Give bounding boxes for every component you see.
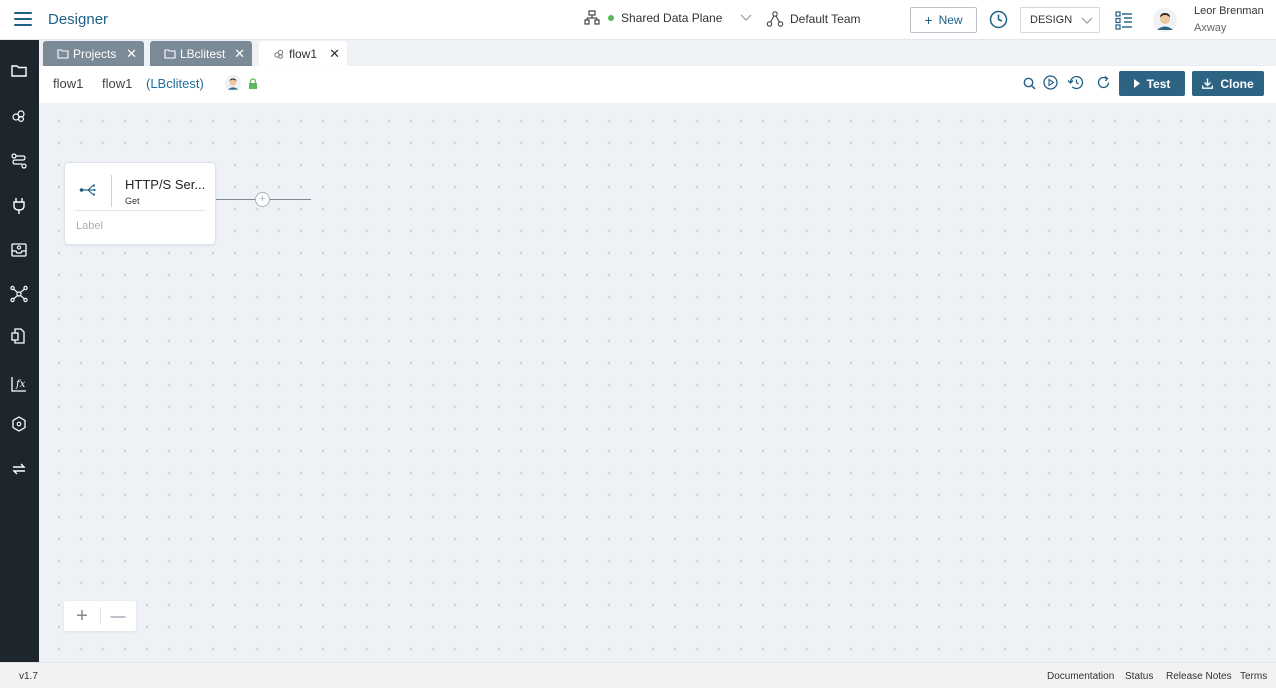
zoom-in-button[interactable]: + bbox=[64, 601, 100, 631]
folder-icon bbox=[57, 49, 69, 59]
version-label: v1.7 bbox=[19, 671, 38, 682]
flow-icon bbox=[274, 49, 284, 59]
network-icon[interactable] bbox=[10, 285, 28, 303]
hexagon-icon[interactable] bbox=[10, 415, 28, 433]
avatar[interactable] bbox=[1153, 8, 1177, 32]
clone-button-label: Clone bbox=[1220, 76, 1254, 91]
node-subtitle: Get bbox=[125, 196, 140, 206]
close-icon[interactable]: ✕ bbox=[234, 46, 245, 62]
top-bar: Designer Shared Data Plane Default Team … bbox=[0, 0, 1276, 40]
folder-icon bbox=[164, 49, 176, 59]
flow-icon[interactable] bbox=[10, 152, 28, 170]
documentation-link[interactable]: Documentation bbox=[1047, 671, 1114, 682]
download-icon bbox=[1202, 78, 1214, 89]
tab-lbclitest[interactable]: LBclitest ✕ bbox=[150, 41, 252, 66]
flow-canvas[interactable]: HTTP/S Ser... Get Label + + — bbox=[39, 103, 1276, 662]
flow-label: flow1 bbox=[102, 76, 133, 91]
project-link[interactable]: (LBclitest) bbox=[146, 76, 204, 91]
terms-link[interactable]: Terms bbox=[1240, 671, 1267, 682]
close-icon[interactable]: ✕ bbox=[329, 46, 340, 62]
document-icon[interactable] bbox=[10, 327, 28, 345]
plus-icon: + bbox=[924, 12, 933, 28]
menu-icon[interactable] bbox=[14, 12, 32, 28]
http-trigger-icon bbox=[79, 184, 96, 196]
tab-projects[interactable]: Projects ✕ bbox=[43, 41, 144, 66]
app-title: Designer bbox=[48, 11, 109, 28]
new-button-label: New bbox=[938, 13, 963, 27]
chevron-down-icon bbox=[1081, 17, 1093, 24]
release-notes-link[interactable]: Release Notes bbox=[1166, 671, 1232, 682]
folder-icon[interactable] bbox=[10, 62, 28, 80]
tab-label: Projects bbox=[73, 46, 117, 61]
new-button[interactable]: + New bbox=[910, 7, 977, 33]
flow-name[interactable]: flow1 bbox=[53, 76, 83, 91]
avatar bbox=[225, 75, 241, 91]
integration-icon[interactable] bbox=[10, 107, 28, 125]
user-org: Axway bbox=[1194, 22, 1227, 34]
function-icon[interactable]: fx bbox=[10, 375, 28, 393]
status-link[interactable]: Status bbox=[1125, 671, 1153, 682]
swap-icon[interactable] bbox=[10, 460, 28, 478]
mode-select-value: DESIGN bbox=[1030, 14, 1073, 26]
chevron-down-icon bbox=[740, 14, 752, 21]
node-divider bbox=[75, 210, 205, 211]
flow-header: flow1 flow1 (LBclitest) Test Clone bbox=[39, 66, 1276, 103]
mode-select[interactable]: DESIGN bbox=[1020, 7, 1100, 33]
search-icon[interactable] bbox=[1023, 77, 1036, 90]
close-icon[interactable]: ✕ bbox=[126, 46, 137, 62]
plug-icon[interactable] bbox=[10, 197, 28, 215]
clone-button[interactable]: Clone bbox=[1192, 71, 1264, 96]
test-button[interactable]: Test bbox=[1119, 71, 1185, 96]
add-step-button[interactable]: + bbox=[255, 192, 270, 207]
tab-bar: Projects ✕ LBclitest ✕ flow1 ✕ bbox=[39, 40, 1276, 66]
data-plane-selector[interactable]: Shared Data Plane bbox=[584, 10, 752, 26]
svg-text:fx: fx bbox=[15, 379, 26, 390]
refresh-icon[interactable] bbox=[1096, 75, 1111, 90]
team-label: Default Team bbox=[790, 12, 861, 26]
inbox-icon[interactable] bbox=[10, 241, 28, 259]
node-label[interactable]: Label bbox=[76, 220, 103, 232]
status-dot bbox=[608, 15, 614, 21]
node-separator bbox=[111, 175, 112, 207]
test-button-label: Test bbox=[1146, 76, 1171, 91]
footer: v1.7 Documentation Status Release Notes … bbox=[0, 662, 1276, 688]
node-title: HTTP/S Ser... bbox=[125, 177, 206, 192]
apps-list-icon[interactable] bbox=[1115, 11, 1133, 30]
lock-icon bbox=[249, 78, 257, 89]
history-icon[interactable] bbox=[1067, 75, 1084, 90]
user-name: Leor Brenman bbox=[1194, 5, 1264, 17]
play-circle-icon[interactable] bbox=[1043, 75, 1058, 90]
data-plane-label: Shared Data Plane bbox=[621, 11, 723, 25]
play-icon bbox=[1133, 79, 1140, 88]
flow-node-https-server[interactable]: HTTP/S Ser... Get Label bbox=[64, 162, 216, 245]
clock-icon[interactable] bbox=[989, 10, 1008, 29]
hierarchy-icon bbox=[584, 10, 600, 25]
team-selector[interactable]: Default Team bbox=[766, 10, 860, 28]
zoom-out-button[interactable]: — bbox=[100, 601, 136, 631]
zoom-controls: + — bbox=[64, 601, 136, 631]
team-icon bbox=[766, 11, 784, 27]
tab-flow1[interactable]: flow1 ✕ bbox=[259, 41, 347, 66]
tab-label: flow1 bbox=[289, 46, 318, 61]
tab-label: LBclitest bbox=[180, 46, 226, 61]
left-nav: fx bbox=[0, 40, 39, 662]
